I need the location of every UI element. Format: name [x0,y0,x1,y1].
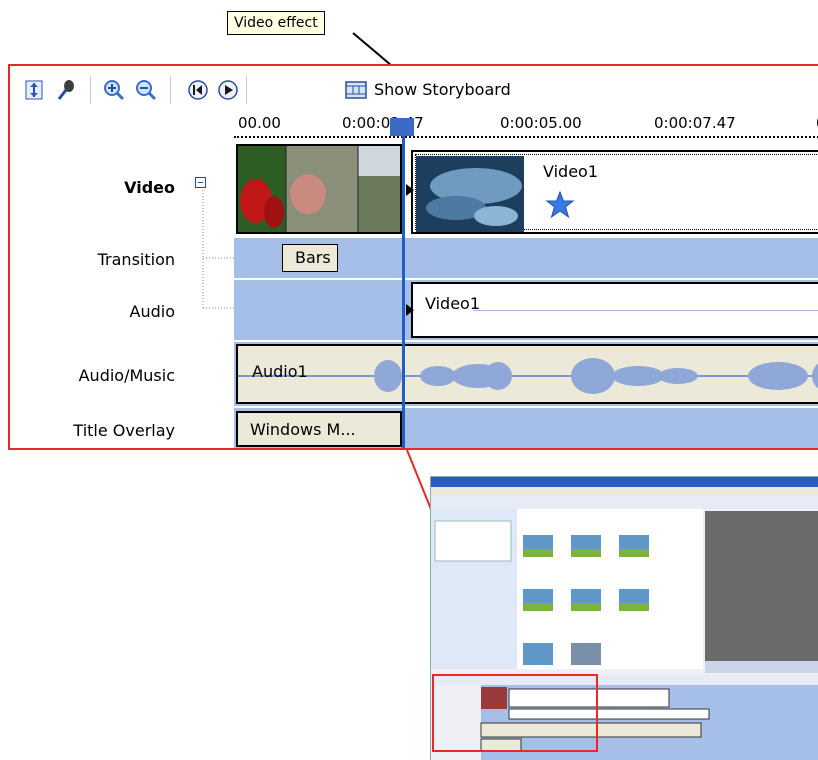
rewind-icon [188,80,208,100]
audio-clip-label: Video1 [425,294,481,313]
play-button[interactable] [216,78,240,102]
app-overview-drawing [431,477,818,760]
video1-audio-clip[interactable]: Video1 [411,282,818,338]
minus-icon [198,182,203,183]
storyboard-icon [345,81,367,99]
toolbar-separator [90,76,92,104]
playhead-line[interactable] [402,136,405,448]
video1-thumbnail [416,156,524,232]
toolbar-separator [246,76,248,104]
bars-transition-clip[interactable]: Bars [282,244,338,272]
clip-start-marker [406,304,414,316]
photo-thumbnails [238,146,400,232]
music-clip-label: Audio1 [252,362,308,381]
timeline-narration-icon [25,80,43,100]
show-storyboard-button[interactable]: Show Storyboard [374,78,511,102]
rewind-button[interactable] [186,78,210,102]
ruler-line [234,136,818,138]
track-label-video: Video [124,178,175,197]
title-overlay-clip[interactable]: Windows M... [236,411,402,447]
star-icon[interactable] [545,190,575,220]
app-overview-thumbnail [430,476,818,760]
playhead-marker[interactable] [390,118,414,136]
microphone-icon [57,80,74,100]
show-storyboard-icon-button[interactable] [344,78,368,102]
track-tree-connector [202,190,234,309]
transition-clip-label: Bars [295,248,331,267]
clip-start-marker [406,184,414,196]
ruler-tick-label: 00.00 [238,114,281,132]
narrate-button[interactable] [54,78,78,102]
audio1-music-clip[interactable]: Audio1 [236,344,818,404]
audio-waveform [238,358,818,394]
track-label-audio: Audio [129,302,175,321]
audio-level-line [473,310,818,311]
zoom-in-button[interactable] [102,78,126,102]
timeline-ruler[interactable]: 00.00 0:00:02.47 0:00:05.00 0:00:07.47 0 [234,110,818,140]
video1-clip[interactable]: Video1 [411,150,818,234]
zoom-in-icon [104,80,125,101]
ruler-tick-label: 0:00:05.00 [500,114,582,132]
track-label-title-overlay: Title Overlay [73,421,175,440]
toolbar-separator [170,76,172,104]
timeline-options-button[interactable] [22,78,46,102]
zoom-out-button[interactable] [134,78,158,102]
zoom-out-icon [136,80,157,101]
title-clip-label: Windows M... [250,420,356,439]
photo-clip[interactable] [236,144,402,234]
collapse-video-button[interactable] [195,177,206,188]
timeline-panel: Show Storyboard 00.00 0:00:02.47 0:00:05… [8,64,818,450]
video1-clip-label: Video1 [543,162,599,181]
ruler-tick-label: 0:00:07.47 [654,114,736,132]
play-icon [218,80,238,100]
track-label-transition: Transition [97,250,175,269]
track-label-audio-music: Audio/Music [78,366,175,385]
